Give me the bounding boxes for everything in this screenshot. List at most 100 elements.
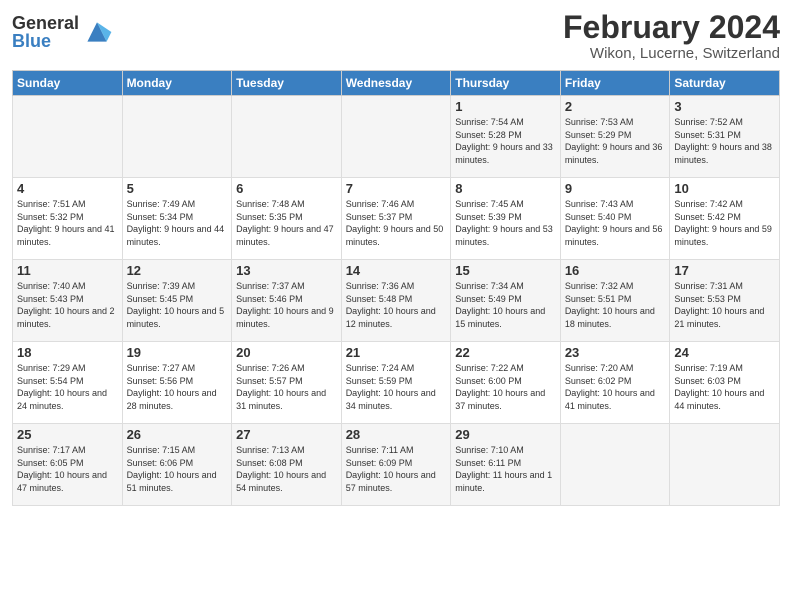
title-area: February 2024 Wikon, Lucerne, Switzerlan…	[563, 10, 780, 62]
day-info: Sunrise: 7:17 AM Sunset: 6:05 PM Dayligh…	[17, 444, 118, 494]
day-number: 11	[17, 263, 118, 278]
day-info: Sunrise: 7:39 AM Sunset: 5:45 PM Dayligh…	[127, 280, 228, 330]
main-container: General Blue February 2024 Wikon, Lucern…	[0, 0, 792, 516]
calendar-cell: 20 Sunrise: 7:26 AM Sunset: 5:57 PM Dayli…	[232, 342, 342, 424]
day-info: Sunrise: 7:42 AM Sunset: 5:42 PM Dayligh…	[674, 198, 775, 248]
calendar-table: Sunday Monday Tuesday Wednesday Thursday…	[12, 70, 780, 506]
logo-icon	[81, 16, 113, 48]
col-thursday: Thursday	[451, 71, 561, 96]
day-info: Sunrise: 7:49 AM Sunset: 5:34 PM Dayligh…	[127, 198, 228, 248]
day-number: 24	[674, 345, 775, 360]
day-info: Sunrise: 7:19 AM Sunset: 6:03 PM Dayligh…	[674, 362, 775, 412]
calendar-cell: 7 Sunrise: 7:46 AM Sunset: 5:37 PM Daylig…	[341, 178, 451, 260]
day-number: 4	[17, 181, 118, 196]
calendar-cell: 1 Sunrise: 7:54 AM Sunset: 5:28 PM Daylig…	[451, 96, 561, 178]
day-number: 29	[455, 427, 556, 442]
logo-blue: Blue	[12, 32, 79, 50]
calendar-week-5: 25 Sunrise: 7:17 AM Sunset: 6:05 PM Dayli…	[13, 424, 780, 506]
logo-general: General	[12, 14, 79, 32]
day-info: Sunrise: 7:31 AM Sunset: 5:53 PM Dayligh…	[674, 280, 775, 330]
col-monday: Monday	[122, 71, 232, 96]
day-number: 9	[565, 181, 666, 196]
day-info: Sunrise: 7:53 AM Sunset: 5:29 PM Dayligh…	[565, 116, 666, 166]
day-info: Sunrise: 7:22 AM Sunset: 6:00 PM Dayligh…	[455, 362, 556, 412]
logo-text: General Blue	[12, 14, 79, 50]
day-number: 25	[17, 427, 118, 442]
calendar-cell: 8 Sunrise: 7:45 AM Sunset: 5:39 PM Daylig…	[451, 178, 561, 260]
calendar-cell: 6Sunrise: 7:48 AM Sunset: 5:35 PM Daylig…	[232, 178, 342, 260]
day-number: 19	[127, 345, 228, 360]
calendar-cell	[560, 424, 670, 506]
day-info: Sunrise: 7:27 AM Sunset: 5:56 PM Dayligh…	[127, 362, 228, 412]
calendar-week-2: 4Sunrise: 7:51 AM Sunset: 5:32 PM Daylig…	[13, 178, 780, 260]
calendar-week-1: 1 Sunrise: 7:54 AM Sunset: 5:28 PM Daylig…	[13, 96, 780, 178]
day-number: 26	[127, 427, 228, 442]
day-number: 22	[455, 345, 556, 360]
day-info: Sunrise: 7:45 AM Sunset: 5:39 PM Dayligh…	[455, 198, 556, 248]
header-row: Sunday Monday Tuesday Wednesday Thursday…	[13, 71, 780, 96]
day-info: Sunrise: 7:20 AM Sunset: 6:02 PM Dayligh…	[565, 362, 666, 412]
day-info: Sunrise: 7:26 AM Sunset: 5:57 PM Dayligh…	[236, 362, 337, 412]
calendar-cell: 17 Sunrise: 7:31 AM Sunset: 5:53 PM Dayli…	[670, 260, 780, 342]
day-number: 23	[565, 345, 666, 360]
day-info: Sunrise: 7:34 AM Sunset: 5:49 PM Dayligh…	[455, 280, 556, 330]
calendar-cell: 3 Sunrise: 7:52 AM Sunset: 5:31 PM Daylig…	[670, 96, 780, 178]
day-number: 18	[17, 345, 118, 360]
day-info: Sunrise: 7:54 AM Sunset: 5:28 PM Dayligh…	[455, 116, 556, 166]
day-number: 5	[127, 181, 228, 196]
col-wednesday: Wednesday	[341, 71, 451, 96]
day-number: 1	[455, 99, 556, 114]
calendar-cell: 4Sunrise: 7:51 AM Sunset: 5:32 PM Daylig…	[13, 178, 123, 260]
day-number: 10	[674, 181, 775, 196]
calendar-cell: 12Sunrise: 7:39 AM Sunset: 5:45 PM Dayli…	[122, 260, 232, 342]
calendar-cell	[341, 96, 451, 178]
calendar-week-3: 11Sunrise: 7:40 AM Sunset: 5:43 PM Dayli…	[13, 260, 780, 342]
day-number: 17	[674, 263, 775, 278]
calendar-cell: 10 Sunrise: 7:42 AM Sunset: 5:42 PM Dayli…	[670, 178, 780, 260]
calendar-week-4: 18 Sunrise: 7:29 AM Sunset: 5:54 PM Dayli…	[13, 342, 780, 424]
calendar-cell: 23 Sunrise: 7:20 AM Sunset: 6:02 PM Dayli…	[560, 342, 670, 424]
day-info: Sunrise: 7:24 AM Sunset: 5:59 PM Dayligh…	[346, 362, 447, 412]
calendar-cell: 9Sunrise: 7:43 AM Sunset: 5:40 PM Daylig…	[560, 178, 670, 260]
day-info: Sunrise: 7:11 AM Sunset: 6:09 PM Dayligh…	[346, 444, 447, 494]
day-number: 8	[455, 181, 556, 196]
month-title: February 2024	[563, 10, 780, 45]
day-info: Sunrise: 7:10 AM Sunset: 6:11 PM Dayligh…	[455, 444, 556, 494]
day-number: 21	[346, 345, 447, 360]
header-area: General Blue February 2024 Wikon, Lucern…	[12, 10, 780, 62]
day-info: Sunrise: 7:52 AM Sunset: 5:31 PM Dayligh…	[674, 116, 775, 166]
calendar-cell	[670, 424, 780, 506]
calendar-cell: 15 Sunrise: 7:34 AM Sunset: 5:49 PM Dayli…	[451, 260, 561, 342]
day-number: 20	[236, 345, 337, 360]
col-tuesday: Tuesday	[232, 71, 342, 96]
col-sunday: Sunday	[13, 71, 123, 96]
day-info: Sunrise: 7:46 AM Sunset: 5:37 PM Dayligh…	[346, 198, 447, 248]
day-number: 2	[565, 99, 666, 114]
day-info: Sunrise: 7:15 AM Sunset: 6:06 PM Dayligh…	[127, 444, 228, 494]
calendar-cell: 2 Sunrise: 7:53 AM Sunset: 5:29 PM Daylig…	[560, 96, 670, 178]
day-number: 27	[236, 427, 337, 442]
calendar-cell	[232, 96, 342, 178]
calendar-cell: 24 Sunrise: 7:19 AM Sunset: 6:03 PM Dayli…	[670, 342, 780, 424]
calendar-cell: 26 Sunrise: 7:15 AM Sunset: 6:06 PM Dayli…	[122, 424, 232, 506]
calendar-cell: 21 Sunrise: 7:24 AM Sunset: 5:59 PM Dayli…	[341, 342, 451, 424]
calendar-cell: 29 Sunrise: 7:10 AM Sunset: 6:11 PM Dayli…	[451, 424, 561, 506]
calendar-cell: 14Sunrise: 7:36 AM Sunset: 5:48 PM Dayli…	[341, 260, 451, 342]
calendar-cell: 13Sunrise: 7:37 AM Sunset: 5:46 PM Dayli…	[232, 260, 342, 342]
day-number: 28	[346, 427, 447, 442]
logo: General Blue	[12, 14, 113, 50]
day-number: 7	[346, 181, 447, 196]
calendar-cell: 27 Sunrise: 7:13 AM Sunset: 6:08 PM Dayli…	[232, 424, 342, 506]
calendar-cell: 28 Sunrise: 7:11 AM Sunset: 6:09 PM Dayli…	[341, 424, 451, 506]
day-number: 15	[455, 263, 556, 278]
day-info: Sunrise: 7:36 AM Sunset: 5:48 PM Dayligh…	[346, 280, 447, 330]
day-info: Sunrise: 7:13 AM Sunset: 6:08 PM Dayligh…	[236, 444, 337, 494]
day-info: Sunrise: 7:29 AM Sunset: 5:54 PM Dayligh…	[17, 362, 118, 412]
calendar-cell	[13, 96, 123, 178]
calendar-cell: 19 Sunrise: 7:27 AM Sunset: 5:56 PM Dayli…	[122, 342, 232, 424]
day-number: 3	[674, 99, 775, 114]
calendar-cell: 22 Sunrise: 7:22 AM Sunset: 6:00 PM Dayli…	[451, 342, 561, 424]
day-info: Sunrise: 7:32 AM Sunset: 5:51 PM Dayligh…	[565, 280, 666, 330]
calendar-cell: 25 Sunrise: 7:17 AM Sunset: 6:05 PM Dayli…	[13, 424, 123, 506]
calendar-cell: 11Sunrise: 7:40 AM Sunset: 5:43 PM Dayli…	[13, 260, 123, 342]
